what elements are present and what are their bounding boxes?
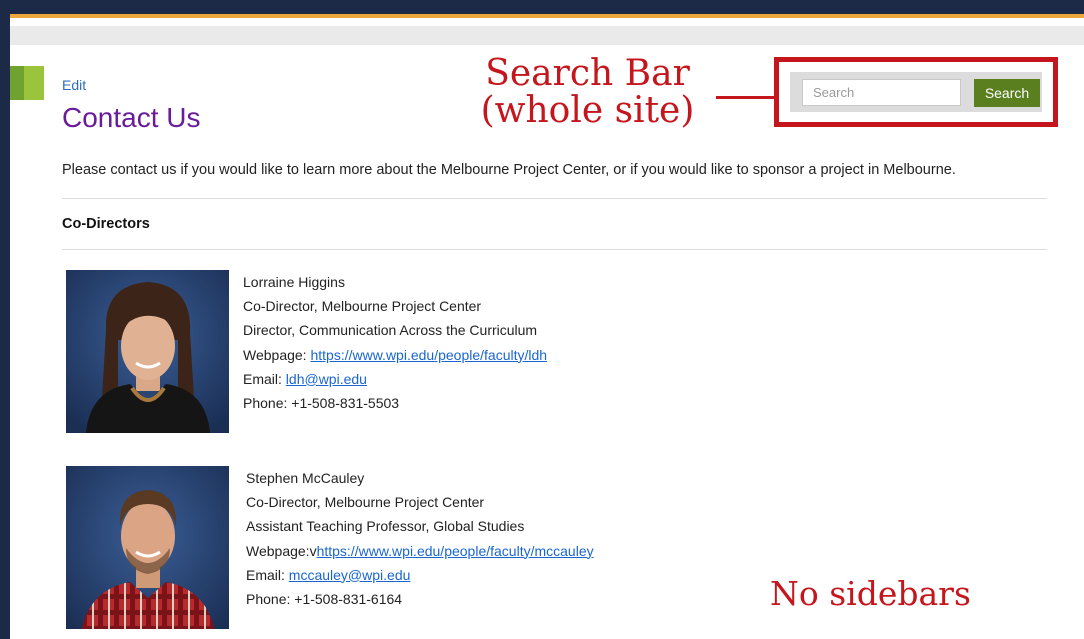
nav-bar	[10, 26, 1084, 45]
section-heading: Co-Directors	[62, 216, 150, 232]
webpage-label: Webpage:v	[246, 542, 317, 559]
webpage-line: Webpage: https://www.wpi.edu/people/facu…	[243, 343, 547, 367]
person-phone: Phone: +1-508-831-6164	[246, 590, 403, 607]
annotation-line-1: Search Bar	[485, 53, 690, 94]
intro-text: Please contact us if you would like to l…	[62, 162, 956, 178]
search-highlight-frame: Search	[774, 57, 1058, 127]
person-photo	[66, 270, 229, 433]
webpage-line: Webpage:vhttps://www.wpi.edu/people/facu…	[246, 539, 594, 563]
person-phone: Phone: +1-508-831-5503	[243, 394, 400, 411]
left-edge-strip	[0, 0, 10, 639]
search-input[interactable]	[802, 79, 961, 106]
annotation-line-2: (whole site)	[480, 90, 695, 131]
person-name: Lorraine Higgins	[243, 274, 345, 290]
person-name: Stephen McCauley	[246, 470, 365, 486]
header-bar	[10, 0, 1084, 14]
person-info: Lorraine Higgins Co-Director, Melbourne …	[243, 270, 547, 415]
header-accent-stripe	[10, 14, 1084, 18]
annotation-connector	[716, 96, 774, 99]
no-sidebars-annotation: No sidebars	[770, 574, 971, 613]
email-link[interactable]: mccauley@wpi.edu	[289, 567, 411, 583]
page-title: Contact Us	[62, 102, 201, 133]
person-role: Co-Director, Melbourne Project Center	[243, 298, 482, 315]
edit-link[interactable]: Edit	[62, 77, 86, 93]
webpage-label: Webpage:	[243, 346, 311, 363]
person-role: Co-Director, Melbourne Project Center	[246, 494, 485, 511]
divider	[62, 249, 1047, 250]
person-info: Stephen McCauley Co-Director, Melbourne …	[246, 466, 594, 611]
person-photo	[66, 466, 229, 629]
email-line: Email: mccauley@wpi.edu	[246, 563, 594, 587]
search-button[interactable]: Search	[974, 79, 1040, 107]
email-label: Email:	[243, 370, 286, 387]
email-line: Email: ldh@wpi.edu	[243, 367, 547, 391]
webpage-link[interactable]: https://www.wpi.edu/people/faculty/mccau…	[317, 543, 594, 559]
person-role: Director, Communication Across the Curri…	[243, 322, 538, 339]
email-link[interactable]: ldh@wpi.edu	[286, 371, 367, 387]
search-bar-annotation: Search Bar (whole site)	[455, 55, 720, 129]
divider	[62, 198, 1047, 199]
webpage-link[interactable]: https://www.wpi.edu/people/faculty/ldh	[310, 347, 547, 363]
person-role: Assistant Teaching Professor, Global Stu…	[246, 518, 525, 535]
search-box: Search	[790, 72, 1042, 112]
green-tab-marker	[10, 66, 44, 100]
email-label: Email:	[246, 566, 289, 583]
